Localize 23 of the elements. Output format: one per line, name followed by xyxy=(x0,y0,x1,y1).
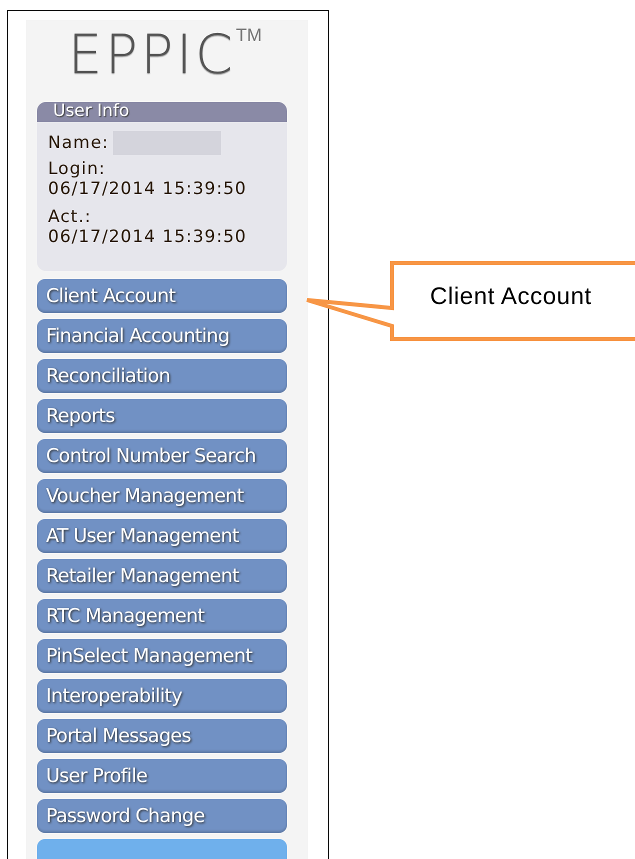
menu-button[interactable]: Control Number Search xyxy=(37,439,287,473)
menu-button[interactable]: Retailer Management xyxy=(37,559,287,593)
menu-button[interactable]: Financial Accounting xyxy=(37,319,287,353)
menu-button[interactable]: Reports xyxy=(37,399,287,433)
menu-button[interactable]: Portal Messages xyxy=(37,719,287,753)
menu-button[interactable]: User Profile xyxy=(37,759,287,793)
field-value: 06/17/2014 15:39:50 xyxy=(48,179,248,199)
field-label: Act.: xyxy=(48,207,92,227)
callout-label: Client Account xyxy=(430,282,592,312)
trademark-mark: TM xyxy=(236,26,262,44)
menu-button[interactable]: RTC Management xyxy=(37,599,287,633)
field-value: 06/17/2014 15:39:50 xyxy=(48,227,248,247)
menu-button[interactable]: Password Change xyxy=(37,799,287,833)
menu-button[interactable]: Voucher Management xyxy=(37,479,287,513)
menu-button[interactable]: Interoperability xyxy=(37,679,287,713)
field-label: Login: xyxy=(48,159,107,179)
field-label: Name: xyxy=(48,133,109,153)
logo-text: EPPIC xyxy=(68,28,236,82)
menu-button[interactable]: Client Account xyxy=(37,279,287,313)
menu-button[interactable]: PinSelect Management xyxy=(37,639,287,673)
panel-title: User Info xyxy=(53,102,130,124)
menu-button[interactable]: Reconciliation xyxy=(37,359,287,393)
menu-button[interactable]: AT User Management xyxy=(37,519,287,553)
